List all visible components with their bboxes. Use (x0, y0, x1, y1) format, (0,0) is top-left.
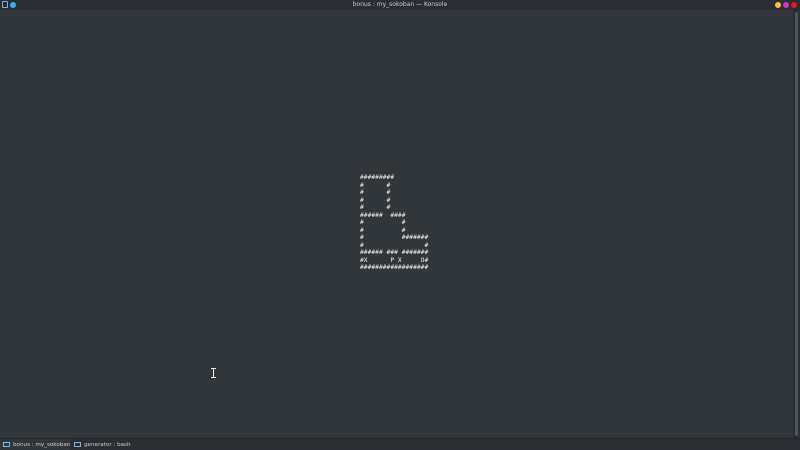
sokoban-board: ######### # # # # # # # # ###### #### # … (360, 174, 429, 271)
tab-bonus-my-sokoban[interactable]: bonus : my_sokoban (0, 439, 70, 450)
maximize-icon[interactable] (783, 2, 789, 8)
scrollbar-thumb[interactable] (795, 12, 798, 436)
title-bar[interactable]: bonus : my_sokoban — Konsole (0, 0, 800, 10)
tab-generator-bash[interactable]: generator : bash (71, 439, 131, 450)
tab-label: bonus : my_sokoban (13, 441, 71, 448)
close-icon[interactable] (791, 2, 797, 8)
window-title: bonus : my_sokoban — Konsole (352, 1, 448, 8)
terminal-icon (3, 442, 10, 447)
terminal-view[interactable]: ######### # # # # # # # # ###### #### # … (0, 10, 793, 438)
mouse-text-cursor-icon (211, 368, 217, 378)
tab-label: generator : bash (84, 441, 131, 448)
terminal-icon (74, 442, 81, 447)
tab-bar: bonus : my_sokoban generator : bash (0, 438, 800, 450)
scrollbar[interactable] (793, 10, 800, 438)
minimize-icon[interactable] (775, 2, 781, 8)
konsole-window: bonus : my_sokoban — Konsole ######### #… (0, 0, 800, 450)
